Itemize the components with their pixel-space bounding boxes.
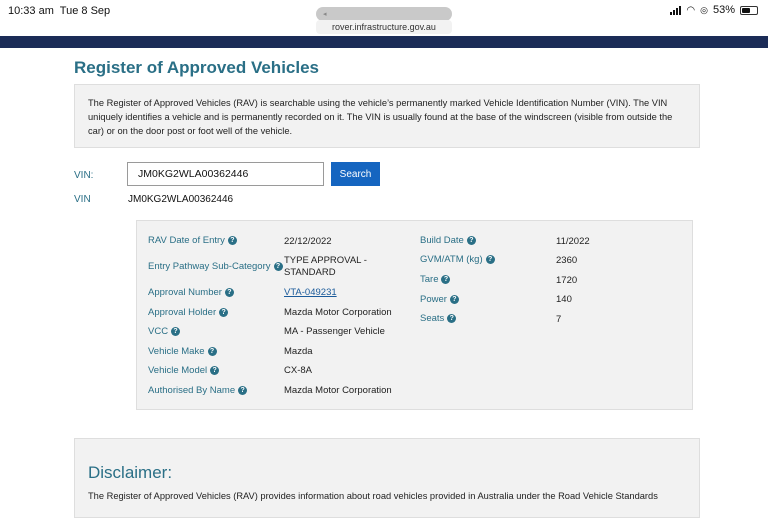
tare-label-text: Tare: [420, 274, 439, 285]
signal-icon: [670, 5, 682, 15]
help-icon[interactable]: ?: [219, 308, 229, 317]
clock-time: 10:33 am: [8, 5, 54, 17]
approval-holder-value: Mazda Motor Corporation: [284, 307, 392, 318]
build-date-value: 11/2022: [556, 236, 590, 247]
vehicle-make-label-text: Vehicle Make: [148, 346, 205, 357]
approval-number-label-text: Approval Number: [148, 287, 222, 298]
location-icon: ◎: [700, 4, 708, 15]
help-icon[interactable]: ?: [238, 386, 248, 395]
wifi-icon: ◠: [686, 4, 696, 16]
approval-number-link[interactable]: VTA-049231: [284, 287, 337, 298]
status-time: 10:33 am Tue 8 Sep: [8, 5, 110, 17]
help-icon[interactable]: ?: [171, 327, 181, 336]
help-icon[interactable]: ?: [485, 255, 495, 264]
rav-date-value: 22/12/2022: [284, 236, 332, 247]
gvm-label: GVM/ATM (kg)?: [420, 254, 495, 265]
help-icon[interactable]: ?: [447, 314, 457, 323]
intro-box: The Register of Approved Vehicles (RAV) …: [74, 84, 700, 148]
vehicle-model-value: CX-8A: [284, 365, 312, 376]
seats-value: 7: [556, 314, 562, 325]
seats-label: Seats?: [420, 313, 457, 324]
battery-percent: 53%: [712, 4, 735, 16]
authorised-by-value: Mazda Motor Corporation: [284, 385, 392, 396]
vehicle-make-label: Vehicle Make?: [148, 346, 217, 357]
vehicle-make-value: Mazda: [284, 346, 313, 357]
vcc-value: MA - Passenger Vehicle: [284, 326, 385, 337]
help-icon[interactable]: ?: [441, 275, 451, 284]
build-date-label-text: Build Date: [420, 235, 464, 246]
intro-text: The Register of Approved Vehicles (RAV) …: [88, 98, 673, 136]
help-icon[interactable]: ?: [273, 262, 283, 271]
disclaimer-text: The Register of Approved Vehicles (RAV) …: [88, 491, 658, 501]
gvm-label-text: GVM/ATM (kg): [420, 254, 483, 265]
page-title: Register of Approved Vehicles: [74, 58, 319, 77]
clock-date: Tue 8 Sep: [59, 5, 111, 17]
build-date-label: Build Date?: [420, 235, 476, 246]
authorised-by-label: Authorised By Name?: [148, 385, 248, 396]
url-text[interactable]: rover.infrastructure.gov.au: [316, 20, 452, 34]
power-value: 140: [556, 294, 572, 305]
entry-pathway-value: TYPE APPROVAL - STANDARD: [284, 255, 367, 278]
seats-label-text: Seats: [420, 313, 445, 324]
rav-date-label: RAV Date of Entry?: [148, 235, 237, 246]
power-label-text: Power: [420, 294, 447, 305]
rav-date-label-text: RAV Date of Entry: [148, 235, 225, 246]
vin-input-label: VIN:: [74, 170, 94, 181]
gvm-value: 2360: [556, 255, 578, 266]
vcc-label-text: VCC: [148, 326, 169, 337]
tare-label: Tare?: [420, 274, 451, 285]
help-icon[interactable]: ?: [224, 288, 234, 297]
disclaimer-box: Disclaimer: The Register of Approved Veh…: [74, 438, 700, 518]
power-label: Power?: [420, 294, 459, 305]
vehicle-model-label-text: Vehicle Model: [148, 365, 208, 376]
vehicle-details-panel: RAV Date of Entry? 22/12/2022 Entry Path…: [136, 220, 693, 410]
speaker-icon: ◂: [323, 11, 327, 18]
search-button[interactable]: Search: [331, 162, 380, 186]
entry-pathway-label: Entry Pathway Sub-Category?: [148, 261, 283, 272]
disclaimer-title: Disclaimer:: [88, 463, 173, 482]
help-icon[interactable]: ?: [210, 366, 220, 375]
vcc-label: VCC?: [148, 326, 181, 337]
site-header-band: [0, 36, 768, 48]
approval-holder-label-text: Approval Holder: [148, 307, 217, 318]
vehicle-model-label: Vehicle Model?: [148, 365, 220, 376]
help-icon[interactable]: ?: [449, 295, 459, 304]
approval-number-label: Approval Number?: [148, 287, 234, 298]
authorised-by-label-text: Authorised By Name: [148, 385, 236, 396]
help-icon[interactable]: ?: [227, 236, 237, 245]
entry-pathway-label-text: Entry Pathway Sub-Category: [148, 261, 271, 272]
vin-input[interactable]: [127, 162, 324, 186]
vin-result-label: VIN: [74, 194, 91, 205]
status-right: ◠ ◎ 53%: [670, 4, 758, 16]
battery-icon: [740, 5, 758, 15]
help-icon[interactable]: ?: [466, 236, 476, 245]
vin-result-value: JM0KG2WLA00362446: [128, 194, 234, 205]
help-icon[interactable]: ?: [207, 347, 217, 356]
address-bar[interactable]: [316, 7, 452, 21]
approval-holder-label: Approval Holder?: [148, 307, 229, 318]
tare-value: 1720: [556, 275, 578, 286]
